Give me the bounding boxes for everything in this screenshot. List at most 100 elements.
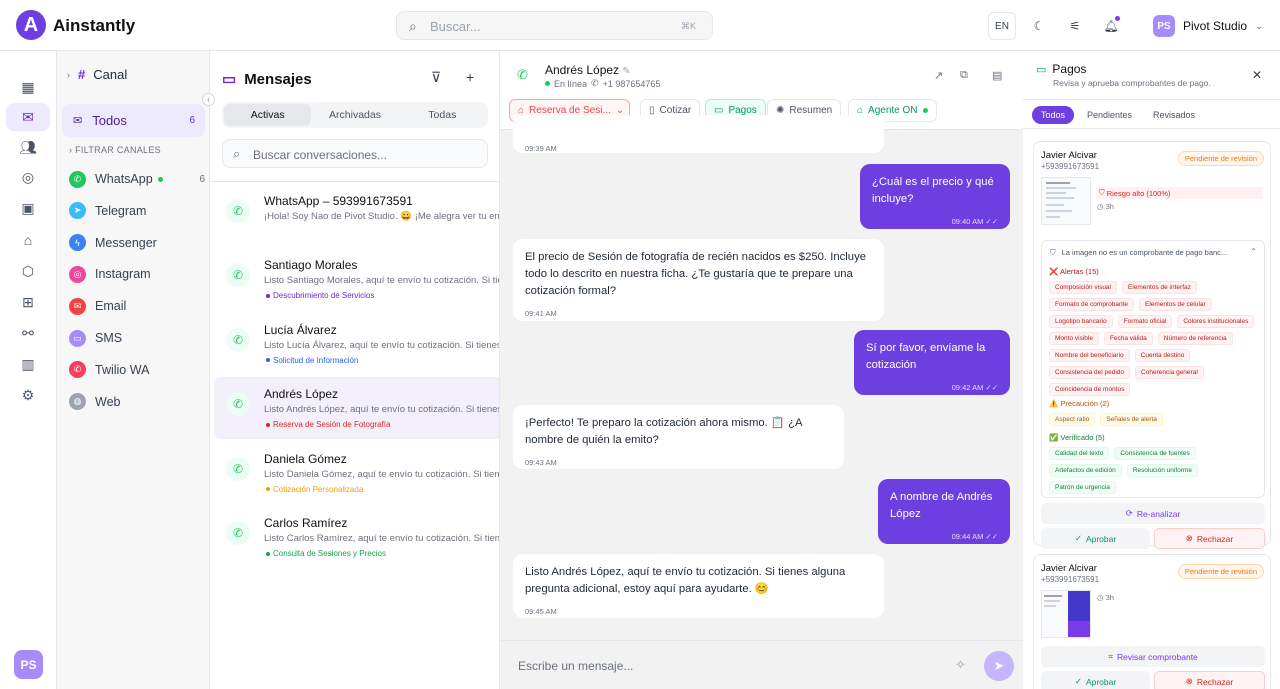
alerts-list: Composición visual Elementos de interfaz F… [1049, 281, 1261, 396]
filter-label-text: FILTRAR CANALES [75, 145, 161, 155]
inbox-icon[interactable]: ✉ [6, 103, 50, 131]
contacts-icon[interactable]: 👥︎ [6, 133, 50, 161]
plus-icon[interactable]: + [466, 69, 474, 85]
check-chip: Cuenta destino [1134, 349, 1191, 362]
global-search[interactable]: ⌕ Buscar... ⌘K [396, 11, 713, 40]
check-chip: Patrón de urgencia [1049, 481, 1116, 494]
search-placeholder: Buscar... [430, 19, 481, 34]
check-chip: Consistencia del pedido [1049, 366, 1131, 379]
channel-item-whatsapp[interactable]: ✆ WhatsApp 6 [69, 168, 205, 190]
analysis-header[interactable]: ⛉ La imagen no es un comprobante de pago … [1050, 248, 1227, 258]
whatsapp-icon: ✆ [226, 199, 250, 223]
conversation-item[interactable]: ✆ Carlos Ramírez Listo Carlos Ramírez, aqu… [214, 506, 500, 568]
channel-item-messenger[interactable]: ϟ Messenger [69, 232, 205, 254]
age: ◷ 3h [1097, 593, 1114, 602]
gear-icon[interactable]: ⚙ [6, 381, 50, 409]
conversation-name: Andrés López [264, 387, 339, 402]
channel-item-web[interactable]: ◍ Web [69, 391, 205, 413]
app-logo[interactable]: A [16, 10, 46, 40]
x-circle-icon: ⊗ [1185, 533, 1193, 543]
channel-item-sms[interactable]: ▭ SMS [69, 327, 205, 349]
conversation-tabs: Activas Archivadas Todas [222, 102, 488, 128]
check-chip: Consistencia de fuentes [1114, 447, 1196, 460]
conversation-item[interactable]: ✆ WhatsApp – 593991673591 ¡Hola! Soy Nao d… [214, 184, 499, 246]
search-icon: ⌕ [233, 146, 241, 161]
risk-text: Riesgo alto (100%) [1106, 188, 1171, 198]
archive-icon[interactable]: ▤ [992, 69, 1002, 82]
collapse-panel-button[interactable]: ‹ [202, 93, 215, 106]
external-link-icon[interactable]: ↗ [934, 69, 943, 82]
channel-item-instagram[interactable]: ◎ Instagram [69, 263, 205, 285]
receipt-thumbnail[interactable] [1041, 590, 1091, 638]
message-incoming: El precio de Sesión de fotografía de rec… [513, 239, 884, 321]
conversation-tag: Solicitud de Información [266, 356, 358, 365]
edit-icon[interactable]: ✎ [622, 66, 630, 77]
avatar: PS [1153, 15, 1175, 37]
payments-panel: ▭ Pagos Revisa y aprueba comprobantes de … [1023, 51, 1280, 689]
channel-item-email[interactable]: ✉ Email [69, 295, 205, 317]
conversation-item[interactable]: ✆ Andrés López Listo Andrés López, aquí te… [214, 377, 499, 440]
reject-button[interactable]: ⊗ Rechazar [1154, 528, 1265, 549]
message-time: 09:43 AM [525, 458, 557, 467]
check-chip: Elementos de celular [1138, 298, 1212, 311]
chevron-up-icon[interactable]: ⌃ [1250, 247, 1257, 256]
tab-activas[interactable]: Activas [224, 104, 312, 126]
channel-item-twilio-wa[interactable]: ✆ Twilio WA [69, 359, 205, 381]
bot-icon[interactable]: ⌂ [6, 226, 50, 254]
moon-icon[interactable]: ☾ [1025, 12, 1053, 40]
tab-payments-revisados[interactable]: Revisados [1144, 106, 1204, 124]
conversation-item[interactable]: ✆ Lucía Álvarez Listo Lucía Álvarez, aquí … [214, 313, 499, 375]
status-badge: Pendiente de revisión [1177, 564, 1264, 579]
conversation-preview: Listo Carlos Ramírez, aquí te envío tu c… [264, 533, 500, 544]
conversation-item[interactable]: ✆ Santiago Morales Listo Santiago Morales,… [214, 248, 499, 310]
approve-label: Aprobar [1085, 676, 1117, 687]
avatar[interactable]: PS [14, 650, 43, 679]
warnings-title: ⚠️ Precaución (2) [1049, 399, 1110, 408]
receipt-thumbnail[interactable] [1041, 177, 1091, 225]
close-icon[interactable]: ✕ [1252, 68, 1262, 82]
tab-payments-todos[interactable]: Todos [1032, 106, 1075, 124]
shield-icon: ⛉ [1099, 188, 1107, 197]
copy-icon[interactable]: ⧉ [960, 69, 968, 82]
bell-icon[interactable]: 🔔︎ [1097, 12, 1125, 40]
tab-todas[interactable]: Todas [399, 104, 486, 126]
profile-menu[interactable]: PS Pivot Studio ⌄ [1153, 14, 1263, 38]
channel-all[interactable]: ✉ Todos 6 [62, 104, 205, 137]
language-button[interactable]: EN [988, 12, 1016, 40]
billing-icon[interactable]: ▣ [6, 194, 50, 222]
profile-name: Pivot Studio [1183, 19, 1248, 33]
package-icon[interactable]: ⬡ [6, 257, 50, 285]
channel-item-telegram[interactable]: ➤ Telegram [69, 200, 205, 222]
tab-archivadas[interactable]: Archivadas [311, 104, 398, 126]
whatsapp-icon: ✆ [226, 521, 250, 545]
check-chip: Formato de comprobante [1049, 298, 1134, 311]
message-time: 09:39 AM [525, 144, 557, 153]
reject-button[interactable]: ⊗ Rechazar [1154, 671, 1265, 689]
chevron-down-icon: ⌄ [1255, 20, 1264, 32]
reanalyze-button[interactable]: ⟳ Re-analizar [1041, 503, 1265, 524]
dashboard-icon[interactable]: ▦ [6, 73, 50, 101]
payer-phone: +593991673591 [1041, 162, 1100, 171]
approve-button[interactable]: ✓ Aprobar [1041, 671, 1150, 689]
message-incoming: ¡Perfecto! Te preparo la cotización ahor… [513, 405, 844, 469]
message-time: 09:45 AM [525, 607, 557, 616]
analytics-icon[interactable]: ▥ [6, 350, 50, 378]
chevron-right-icon[interactable]: › [67, 70, 70, 80]
integrations-icon[interactable]: ⊞ [6, 288, 50, 316]
whatsapp-icon: ✆ [69, 170, 86, 188]
message-time: 09:42 AM ✓✓ [951, 383, 998, 392]
conversation-search-input[interactable]: ⌕ Buscar conversaciones... [222, 139, 488, 168]
target-icon[interactable]: ◎ [6, 163, 50, 191]
channel-item-label: Telegram [95, 203, 147, 218]
review-receipt-button[interactable]: ⌗ Revisar comprobante [1041, 646, 1265, 667]
send-button[interactable]: ➤ [984, 651, 1014, 681]
tab-payments-pendientes[interactable]: Pendientes [1078, 106, 1141, 124]
message-input[interactable]: Escribe un mensaje... [518, 659, 633, 673]
workflow-icon[interactable]: ⚯ [6, 319, 50, 347]
settings-sliders-icon[interactable]: ⚟ [1061, 12, 1089, 40]
magic-wand-icon[interactable]: ✧ [955, 657, 966, 673]
filter-icon[interactable]: ⊽ [431, 69, 441, 86]
channel-item-label: Web [95, 394, 121, 409]
approve-button[interactable]: ✓ Aprobar [1041, 528, 1150, 549]
conversation-item[interactable]: ✆ Daniela Gómez Listo Daniela Gómez, aquí … [214, 442, 499, 504]
